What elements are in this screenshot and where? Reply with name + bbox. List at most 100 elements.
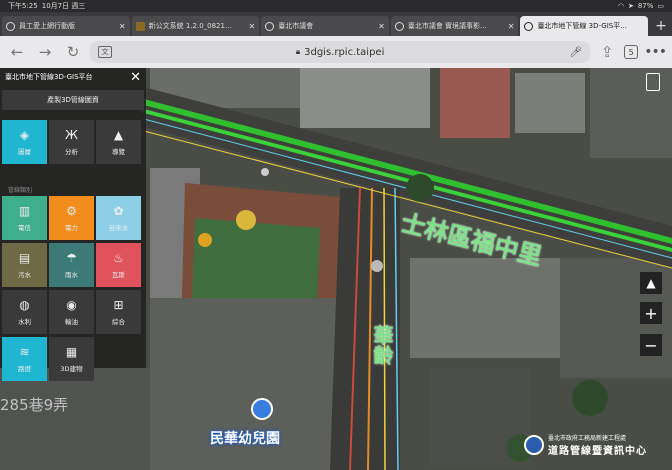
reload-button[interactable]: ↻ bbox=[62, 41, 84, 63]
tab-employee-portal[interactable]: 員工愛上網行動版 ✕ bbox=[2, 16, 130, 36]
globe-icon bbox=[394, 21, 404, 31]
compass-north-button[interactable]: ▲ bbox=[640, 272, 662, 294]
tab-title: 臺北市地下管線 3D-GIS平... bbox=[537, 22, 627, 30]
tab-document-system[interactable]: 新公文系統 1.2.0_0821... ✕ bbox=[131, 16, 260, 36]
building-3d-button[interactable]: ▦ 3D建物 bbox=[49, 337, 94, 381]
status-date: 10月7日 週三 bbox=[41, 2, 86, 10]
pipe-telecom-button[interactable]: ▥ 電信 bbox=[2, 196, 47, 240]
tab-title: 新公文系統 1.2.0_0821... bbox=[148, 22, 232, 30]
book-icon[interactable] bbox=[646, 73, 660, 91]
globe-icon bbox=[6, 21, 15, 31]
lane-label: 285巷9弄 bbox=[0, 396, 69, 414]
building-icon: ▦ bbox=[65, 344, 78, 359]
streetlight-icon: ≋ bbox=[19, 344, 30, 359]
location-icon: ➤ bbox=[627, 2, 634, 10]
side-panel: 臺北市地下管線3D-GIS平台 ✕ 產製3D管線圖資 ◈ 圖層 Ж 分析 ▲ 導… bbox=[0, 68, 146, 381]
translate-icon[interactable]: 文 bbox=[98, 46, 112, 58]
combined-icon: ⊞ bbox=[113, 297, 124, 312]
generate-3d-button[interactable]: 產製3D管線圖資 bbox=[2, 90, 144, 110]
water-icon: ✿ bbox=[113, 203, 124, 218]
globe-icon bbox=[524, 21, 534, 31]
share-button[interactable]: ⇪ bbox=[596, 41, 618, 63]
tab-3d-gis[interactable]: 臺北市地下管線 3D-GIS平... bbox=[520, 16, 649, 36]
pipe-water-button[interactable]: ✿ 自來水 bbox=[96, 196, 141, 240]
pipe-gas-button[interactable]: ♨ 瓦斯 bbox=[96, 243, 141, 287]
pipe-grid: ▥ 電信 ⚙ 電力 ✿ 自來水 ▤ 污水 ☂ 雨水 ♨ 瓦斯 ◍ 水利 ◉ 輸油 bbox=[2, 196, 141, 381]
close-tab-icon[interactable]: ✕ bbox=[378, 22, 385, 31]
gas-icon: ♨ bbox=[113, 250, 124, 265]
navigate-icon: ▲ bbox=[113, 127, 124, 142]
browser-toolbar: ← → ↻ 文 🔒︎ 3dgis.rpic.taipei 🎤︎ ⇪ 5 ••• bbox=[0, 36, 672, 68]
school-pin-icon[interactable] bbox=[251, 398, 273, 420]
compass-icon: Ж bbox=[65, 127, 78, 142]
more-menu-icon[interactable]: ••• bbox=[644, 44, 667, 60]
new-tab-button[interactable]: + bbox=[650, 16, 672, 36]
section-label: 管線類別 bbox=[8, 187, 33, 194]
navigate-button[interactable]: ▲ 導覽 bbox=[96, 120, 141, 164]
close-tab-icon[interactable]: ✕ bbox=[249, 22, 256, 31]
back-button[interactable]: ← bbox=[6, 41, 28, 63]
panel-header: 臺北市地下管線3D-GIS平台 ✕ bbox=[0, 68, 146, 86]
microphone-icon[interactable]: 🎤︎ bbox=[570, 47, 583, 58]
pipe-power-button[interactable]: ⚙ 電力 bbox=[49, 196, 94, 240]
tab-city-council[interactable]: 臺北市議會 ✕ bbox=[261, 16, 389, 36]
pipe-label: 3D建物 bbox=[60, 364, 83, 373]
agency-logo: 臺北市政府工務局新建工程處 道路管線暨資訊中心 bbox=[524, 430, 670, 460]
street-label: 華齡 bbox=[370, 325, 394, 365]
pipe-label: 自來水 bbox=[108, 223, 129, 232]
battery-icon: ▭ bbox=[657, 2, 664, 10]
pipe-hydraulic-button[interactable]: ◍ 水利 bbox=[2, 290, 47, 334]
seal-icon bbox=[524, 435, 544, 455]
pipe-combined-button[interactable]: ⊞ 綜合 bbox=[96, 290, 141, 334]
forward-button[interactable]: → bbox=[34, 41, 56, 63]
tool-label: 圖層 bbox=[18, 147, 31, 156]
layers-button[interactable]: ◈ 圖層 bbox=[2, 120, 47, 164]
tool-label: 導覽 bbox=[112, 147, 125, 156]
lock-icon: 🔒︎ bbox=[295, 47, 301, 56]
zoom-out-button[interactable]: − bbox=[640, 334, 662, 356]
pipe-rain-button[interactable]: ☂ 雨水 bbox=[49, 243, 94, 287]
pipe-label: 輸油 bbox=[65, 317, 78, 326]
address-bar[interactable]: 文 🔒︎ 3dgis.rpic.taipei 🎤︎ bbox=[90, 41, 591, 63]
poi-label[interactable]: 民華幼兒園 bbox=[210, 428, 280, 448]
status-bar: 下午5:25 10月7日 週三 ◠ ➤ 87% ▭ bbox=[0, 0, 672, 12]
telecom-icon: ▥ bbox=[18, 203, 31, 218]
tab-count-button[interactable]: 5 bbox=[624, 45, 639, 59]
power-icon: ⚙ bbox=[66, 203, 77, 218]
tool-label: 分析 bbox=[65, 147, 78, 156]
logo-line1: 臺北市政府工務局新建工程處 bbox=[548, 435, 627, 442]
pipe-oil-button[interactable]: ◉ 輸油 bbox=[49, 290, 94, 334]
wifi-icon: ◠ bbox=[617, 2, 624, 10]
layers-icon: ◈ bbox=[19, 127, 30, 142]
zoom-in-button[interactable]: + bbox=[640, 302, 662, 324]
pipe-label: 綜合 bbox=[112, 317, 125, 326]
tab-strip: 員工愛上網行動版 ✕ 新公文系統 1.2.0_0821... ✕ 臺北市議會 ✕… bbox=[0, 12, 672, 36]
url-text: 3dgis.rpic.taipei bbox=[304, 46, 385, 58]
globe-icon bbox=[265, 21, 275, 31]
hydraulic-icon: ◍ bbox=[19, 297, 30, 312]
pipe-label: 水利 bbox=[18, 317, 31, 326]
panel-title: 臺北市地下管線3D-GIS平台 bbox=[5, 73, 93, 81]
logo-line2: 道路管線暨資訊中心 bbox=[548, 446, 647, 457]
tab-title: 臺北市議會 實境議事影... bbox=[407, 22, 487, 30]
tab-title: 臺北市議會 bbox=[278, 22, 314, 30]
star-icon bbox=[135, 21, 145, 31]
close-tab-icon[interactable]: ✕ bbox=[508, 22, 515, 31]
tab-council-video[interactable]: 臺北市議會 實境議事影... ✕ bbox=[390, 16, 519, 36]
status-time: 下午5:25 bbox=[8, 2, 38, 10]
pipe-streetlight-button[interactable]: ≋ 路燈 bbox=[2, 337, 47, 381]
pipe-label: 電力 bbox=[65, 223, 78, 232]
tab-title: 員工愛上網行動版 bbox=[19, 22, 75, 30]
battery-percent: 87% bbox=[637, 2, 654, 10]
pipe-label: 污水 bbox=[18, 270, 31, 279]
close-icon[interactable]: ✕ bbox=[130, 71, 141, 84]
tool-grid: ◈ 圖層 Ж 分析 ▲ 導覽 bbox=[2, 120, 141, 164]
pipe-label: 雨水 bbox=[65, 270, 78, 279]
pipe-label: 電信 bbox=[18, 223, 31, 232]
close-tab-icon[interactable]: ✕ bbox=[119, 22, 126, 31]
pipe-sewage-button[interactable]: ▤ 污水 bbox=[2, 243, 47, 287]
pipe-label: 路燈 bbox=[18, 364, 31, 373]
analysis-button[interactable]: Ж 分析 bbox=[49, 120, 94, 164]
oil-icon: ◉ bbox=[66, 297, 77, 312]
rain-icon: ☂ bbox=[66, 250, 77, 265]
